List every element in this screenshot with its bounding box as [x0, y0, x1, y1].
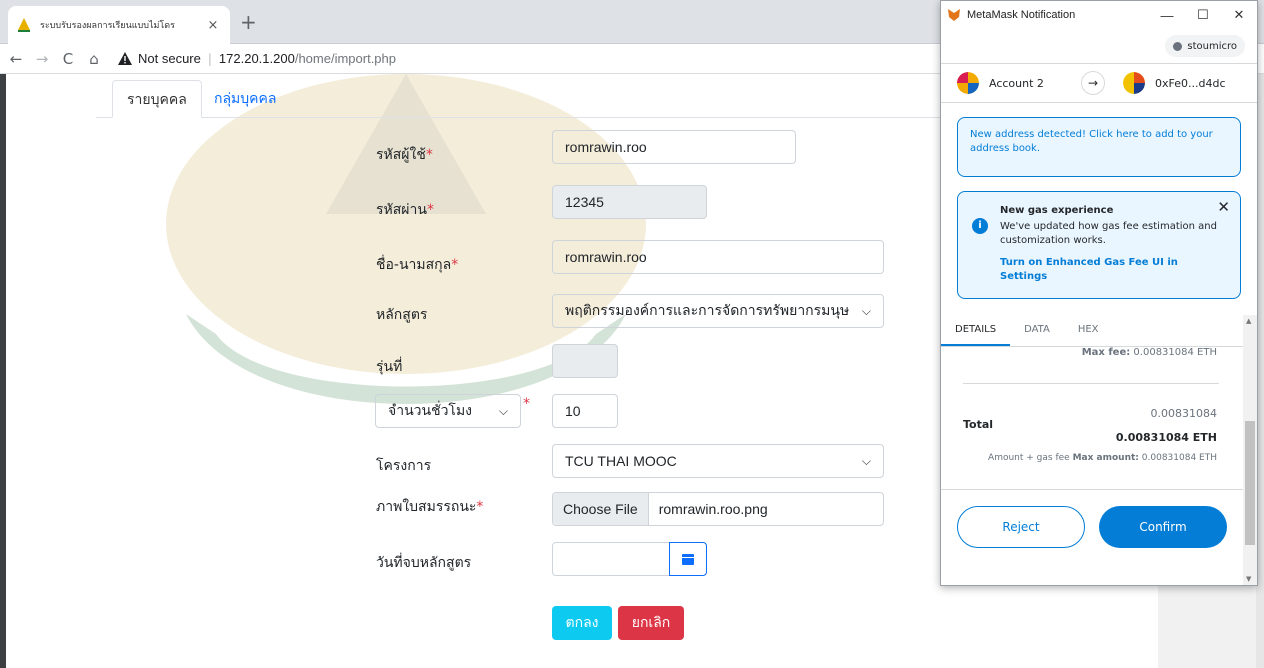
site-favicon-icon: [18, 18, 30, 32]
reload-button[interactable]: C: [58, 50, 78, 68]
course-label: หลักสูตร: [376, 307, 428, 323]
username-field[interactable]: romrawin.roo: [552, 130, 796, 164]
to-account[interactable]: 0xFe0...d4dc: [1105, 72, 1226, 94]
amount-gas-fee: Amount + gas fee Max amount: 0.00831084 …: [988, 453, 1217, 463]
end-date-field[interactable]: [552, 542, 670, 576]
tab-individual[interactable]: รายบุคคล: [112, 80, 202, 118]
account-row: Account 2 → 0xFe0...d4dc: [941, 63, 1257, 103]
certificate-label: ภาพใบสมรรถนะ*: [376, 499, 484, 515]
url-separator: |: [207, 51, 212, 66]
metamask-titlebar: MetaMask Notification — ☐ ✕: [941, 1, 1257, 29]
username-label: รหัสผู้ใช้*: [376, 147, 433, 163]
hours-field[interactable]: 10: [552, 394, 618, 428]
total-value: 0.00831084: [1150, 407, 1217, 420]
maximize-button[interactable]: ☐: [1185, 7, 1221, 23]
url-path: /home/import.php: [294, 51, 396, 66]
project-label: โครงการ: [376, 458, 432, 474]
total-label: Total: [963, 418, 994, 431]
batch-label: รุ่นที่: [376, 359, 403, 375]
transaction-tabs: DETAILS DATA HEX: [941, 315, 1245, 347]
scroll-thumb[interactable]: [1245, 421, 1255, 545]
end-date-label: วันที่จบหลักสูตร: [376, 555, 472, 571]
scroll-down-icon[interactable]: ▼: [1246, 575, 1251, 583]
network-badge[interactable]: stoumicro: [1165, 35, 1245, 57]
required-mark: *: [523, 396, 530, 412]
url-host: 172.20.1.200: [218, 51, 295, 66]
footer-divider: [941, 489, 1245, 490]
details-divider: [963, 383, 1219, 384]
recipient-avatar-icon: [1123, 72, 1145, 94]
calendar-icon: [682, 554, 694, 565]
window-title: MetaMask Notification: [967, 9, 1076, 21]
confirm-button[interactable]: Confirm: [1099, 506, 1227, 548]
fullname-field[interactable]: romrawin.roo: [552, 240, 884, 274]
gas-alert-body: We've updated how gas fee estimation and…: [1000, 221, 1217, 246]
cancel-button[interactable]: ยกเลิก: [618, 606, 684, 640]
url-box[interactable]: Not secure | 172.20.1.200 /home/import.p…: [118, 51, 396, 66]
gas-alert-title: New gas experience: [1000, 205, 1114, 216]
tab-data[interactable]: DATA: [1010, 315, 1064, 346]
tab-hex[interactable]: HEX: [1064, 315, 1113, 346]
close-icon[interactable]: ✕: [1217, 200, 1230, 215]
max-fee: Max fee: 0.00831084 ETH: [1081, 347, 1217, 358]
project-select[interactable]: TCU THAI MOOC ⌵: [552, 444, 884, 478]
scroll-up-icon[interactable]: ▲: [1246, 317, 1251, 325]
metamask-scrollbar[interactable]: ▲ ▼: [1243, 315, 1257, 585]
warning-icon: [118, 52, 132, 65]
ok-button[interactable]: ตกลง: [552, 606, 612, 640]
not-secure-label: Not secure: [138, 51, 201, 66]
browser-tab[interactable]: ระบบรับรองผลการเรียนแบบไม่โดร ×: [8, 6, 230, 44]
metamask-fox-icon: [948, 9, 960, 21]
close-window-button[interactable]: ✕: [1221, 7, 1257, 23]
from-account[interactable]: Account 2: [941, 72, 1081, 94]
password-label: รหัสผ่าน*: [376, 202, 434, 218]
course-select[interactable]: พฤติกรรมองค์การและการจัดการทรัพยากรมนุษ ⌵: [552, 294, 884, 328]
tab-close-icon[interactable]: ×: [204, 18, 222, 33]
new-address-alert[interactable]: New address detected! Click here to add …: [957, 117, 1241, 177]
metamask-popup: MetaMask Notification — ☐ ✕ stoumicro Ac…: [940, 0, 1258, 586]
chevron-down-icon: ⌵: [861, 453, 871, 468]
arrow-right-icon: →: [1081, 71, 1105, 95]
total-eth: 0.00831084 ETH: [1115, 431, 1217, 444]
file-name: romrawin.roo.png: [658, 501, 768, 517]
tab-details[interactable]: DETAILS: [941, 315, 1011, 346]
network-dot-icon: [1173, 41, 1183, 51]
tab-title: ระบบรับรองผลการเรียนแบบไม่โดร: [40, 21, 175, 31]
minimize-button[interactable]: —: [1149, 8, 1185, 23]
gas-settings-link[interactable]: Turn on Enhanced Gas Fee UI in Settings: [1000, 256, 1228, 284]
calendar-button[interactable]: [669, 542, 707, 576]
info-icon: i: [972, 218, 988, 234]
batch-field[interactable]: [552, 344, 618, 378]
home-button[interactable]: ⌂: [84, 50, 104, 68]
password-field[interactable]: 12345: [552, 185, 707, 219]
new-tab-button[interactable]: +: [240, 10, 257, 34]
reject-button[interactable]: Reject: [957, 506, 1085, 548]
fullname-label: ชื่อ-นามสกุล*: [376, 257, 459, 273]
account-avatar-icon: [957, 72, 979, 94]
gas-experience-alert: i ✕ New gas experience We've updated how…: [957, 191, 1241, 299]
back-button[interactable]: ←: [6, 50, 26, 68]
certificate-file-input[interactable]: Choose File romrawin.roo.png: [552, 492, 884, 526]
chevron-down-icon: ⌵: [498, 403, 508, 418]
chevron-down-icon: ⌵: [861, 303, 871, 318]
choose-file-button[interactable]: Choose File: [553, 493, 649, 525]
tab-group[interactable]: กลุ่มบุคคล: [200, 80, 290, 118]
hours-unit-select[interactable]: จำนวนชั่วโมง ⌵: [375, 394, 521, 428]
forward-button[interactable]: →: [32, 50, 52, 68]
